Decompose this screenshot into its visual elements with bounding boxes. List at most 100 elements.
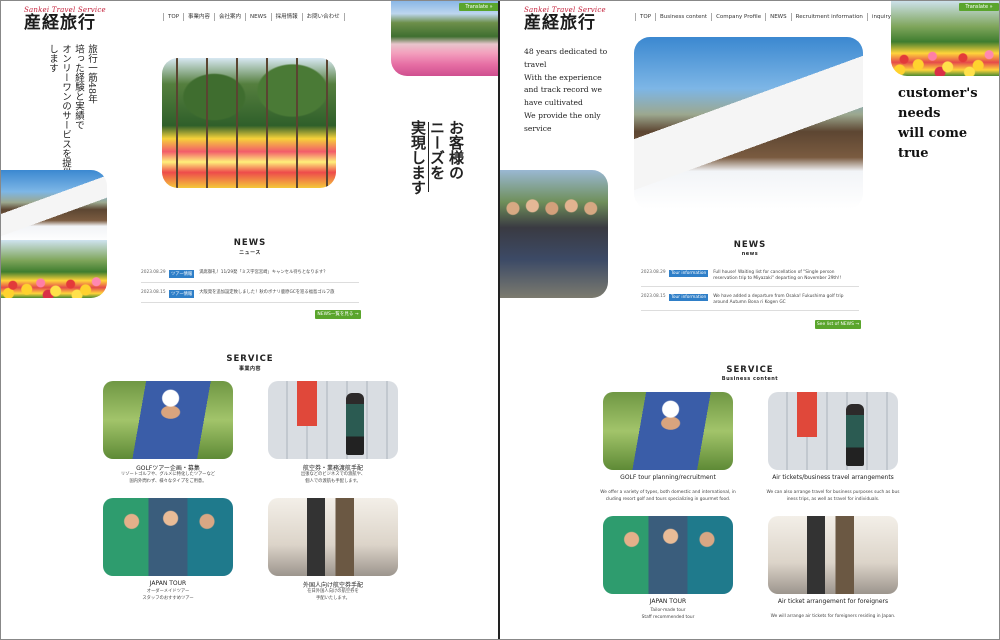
service-foreigner-photo[interactable] [768,516,898,594]
news-more-button[interactable]: See list of NEWS → [815,320,861,329]
service-japantour-photo[interactable] [603,516,733,594]
news-title: NEWS [233,238,267,248]
news-heading: NEWS news [700,240,800,257]
nav-recruit[interactable]: 採用情報 [270,13,302,21]
tulip-photo-corner [891,0,1000,76]
news-date: 2023.08.15 [141,290,166,295]
desc-line: We offer a variety of types, both domest… [600,490,736,495]
news-item[interactable]: 2023.08.15 Tour information We have adde… [641,294,859,311]
translate-button[interactable]: Translate » [959,3,999,11]
translate-button[interactable]: Translate » [459,3,498,11]
service-golf-title[interactable]: GOLF tour planning/recruitment [588,474,748,481]
nav-top[interactable]: TOP [163,13,183,21]
desc-line: 手配いたします。 [316,595,350,601]
hero-snow-house-photo [634,37,863,209]
service-airtravel-photo[interactable] [268,381,398,459]
tulip-photo-small [0,240,107,298]
service-japantour-title[interactable]: JAPAN TOUR [93,580,243,587]
service-airtravel-title[interactable]: 航空券・業務渡航手配 [258,463,408,472]
desc-line: cluding resort golf and tours specializi… [605,496,731,502]
tagline-line-2: 培った経験と実績で [73,44,84,130]
desc-line: リゾートゴルフや、グルメに特化したツアーなど [120,472,216,477]
news-title: NEWS [733,240,767,250]
hero-tulip-photo [162,58,336,188]
service-golf-photo[interactable] [103,381,233,459]
service-japantour-photo[interactable] [103,498,233,576]
desc-line: iness trips, as well as travel for indiv… [786,496,880,502]
nav-news[interactable]: NEWS [245,13,271,21]
service-golf-title[interactable]: GOLFツアー企画・募集 [93,463,243,472]
nav-top[interactable]: TOP [635,13,655,21]
news-item[interactable]: 2023.08.15 ツアー情報 大阪発を追加設定致しました！秋のボナリ鹿原GC… [141,290,359,303]
service-japantour-title[interactable]: JAPAN TOUR [588,598,748,605]
desc-line: 在日外国人向けの航空券を [307,589,359,594]
service-title: SERVICE [726,365,774,375]
service-foreigner-title[interactable]: 外国人向け航空券手配 [258,580,408,589]
news-more-button[interactable]: NEWS一覧を見る → [315,310,361,319]
news-text: Full house! Waiting list for cancellatio… [713,270,842,281]
nav-company[interactable]: 会社案内 [214,13,245,21]
service-airtravel-photo[interactable] [768,392,898,470]
service-title: SERVICE [226,354,274,364]
desc-line: Staff recommended tour [641,614,695,620]
logo-jp: 産経旅行 [524,13,596,33]
catch-line: will come [898,126,968,141]
hero-catch: お客様の ニーズを 実現します [408,120,465,200]
snow-house-photo [0,170,107,242]
news-item[interactable]: 2023.08.29 ツアー情報 満席御礼！11/29発「ミス宇宮宮崎」キャンセ… [141,270,359,283]
service-airtravel-desc: We can also arrange travel for business … [748,490,918,503]
service-airtravel-title[interactable]: Air tickets/business travel arrangements [748,474,918,481]
english-page: Sankei Travel Service 産経旅行 TOP Business … [500,0,1000,640]
news-date: 2023.08.29 [141,270,166,275]
tagline-line-1: 旅行一筋48年 [86,44,97,104]
hero-tagline: 48 years dedicated to travel With the ex… [524,46,624,136]
tagline-line: have cultivated [524,98,583,108]
nav-recruit[interactable]: Recruitment information [790,13,867,21]
group-photo [500,170,608,298]
tagline-line: service [524,123,552,133]
service-heading: SERVICE Business content [700,365,800,382]
news-text: 満席御礼！11/29発「ミス宇宮宮崎」キャンセル待ちとなります？ [199,270,328,275]
news-tag: ツアー情報 [169,270,195,278]
nav-news[interactable]: NEWS [765,13,791,21]
service-foreigner-photo[interactable] [268,498,398,576]
catch-line-2: ニーズを [428,120,446,180]
catch-line-1: お客様の [447,120,465,180]
service-airtravel-desc: 出張などのビジネスでの渡航や、 個人での渡航も手配します。 [258,472,408,485]
service-japantour-desc: オーダーメイドツアー スタッフのおすすめツアー [93,589,243,602]
flower-field-photo [391,0,498,76]
logo[interactable]: Sankei Travel Service 産経旅行 [24,6,106,32]
catch-line-3: 実現します [409,120,427,195]
tagline-line: We provide the only [524,110,601,120]
tagline-line: and track record we [524,85,603,95]
nav-business[interactable]: Business content [655,13,711,21]
news-subtitle: ニュース [239,250,261,256]
catch-line: true [898,146,929,161]
service-golf-photo[interactable] [603,392,733,470]
news-text: We have added a departure from Osaka! Fu… [713,294,844,305]
desc-line: 個人での渡航も手配します。 [305,478,361,484]
news-heading: NEWS ニュース [200,238,300,256]
logo[interactable]: Sankei Travel Service 産経旅行 [524,6,606,32]
japanese-page: Sankei Travel Service 産経旅行 TOP 事業内容 会社案内… [0,0,500,640]
service-heading: SERVICE 事業内容 [200,354,300,372]
news-text: 大阪発を追加設定致しました！秋のボナリ鹿原GCを巡る福島ゴルフ旅 [199,290,335,295]
nav-contact[interactable]: お問い合わせ [301,13,345,21]
news-tag: Tour information [669,294,709,301]
catch-divider [428,122,429,192]
news-date: 2023.08.15 [641,294,666,299]
news-subtitle: news [741,251,759,257]
desc-line: 国内外問わず、様々なタイプをご用意。 [129,478,207,484]
desc-line: Tailor-made tour [650,608,686,613]
tagline-line: travel [524,59,547,69]
hero-catch: customer's needs will come true [898,84,978,164]
desc-line: We will arrange air tickets for foreigne… [770,614,896,619]
news-tag: ツアー情報 [169,290,195,298]
tagline-line: 48 years dedicated to [524,47,608,56]
service-foreigner-title[interactable]: Air ticket arrangement for foreigners [748,598,918,605]
nav-company[interactable]: Company Profile [711,13,765,21]
main-nav: TOP Business content Company Profile NEW… [635,13,896,21]
nav-business[interactable]: 事業内容 [183,13,214,21]
service-golf-desc: We offer a variety of types, both domest… [583,490,753,503]
news-item[interactable]: 2023.08.29 Tour information Full house! … [641,270,859,287]
